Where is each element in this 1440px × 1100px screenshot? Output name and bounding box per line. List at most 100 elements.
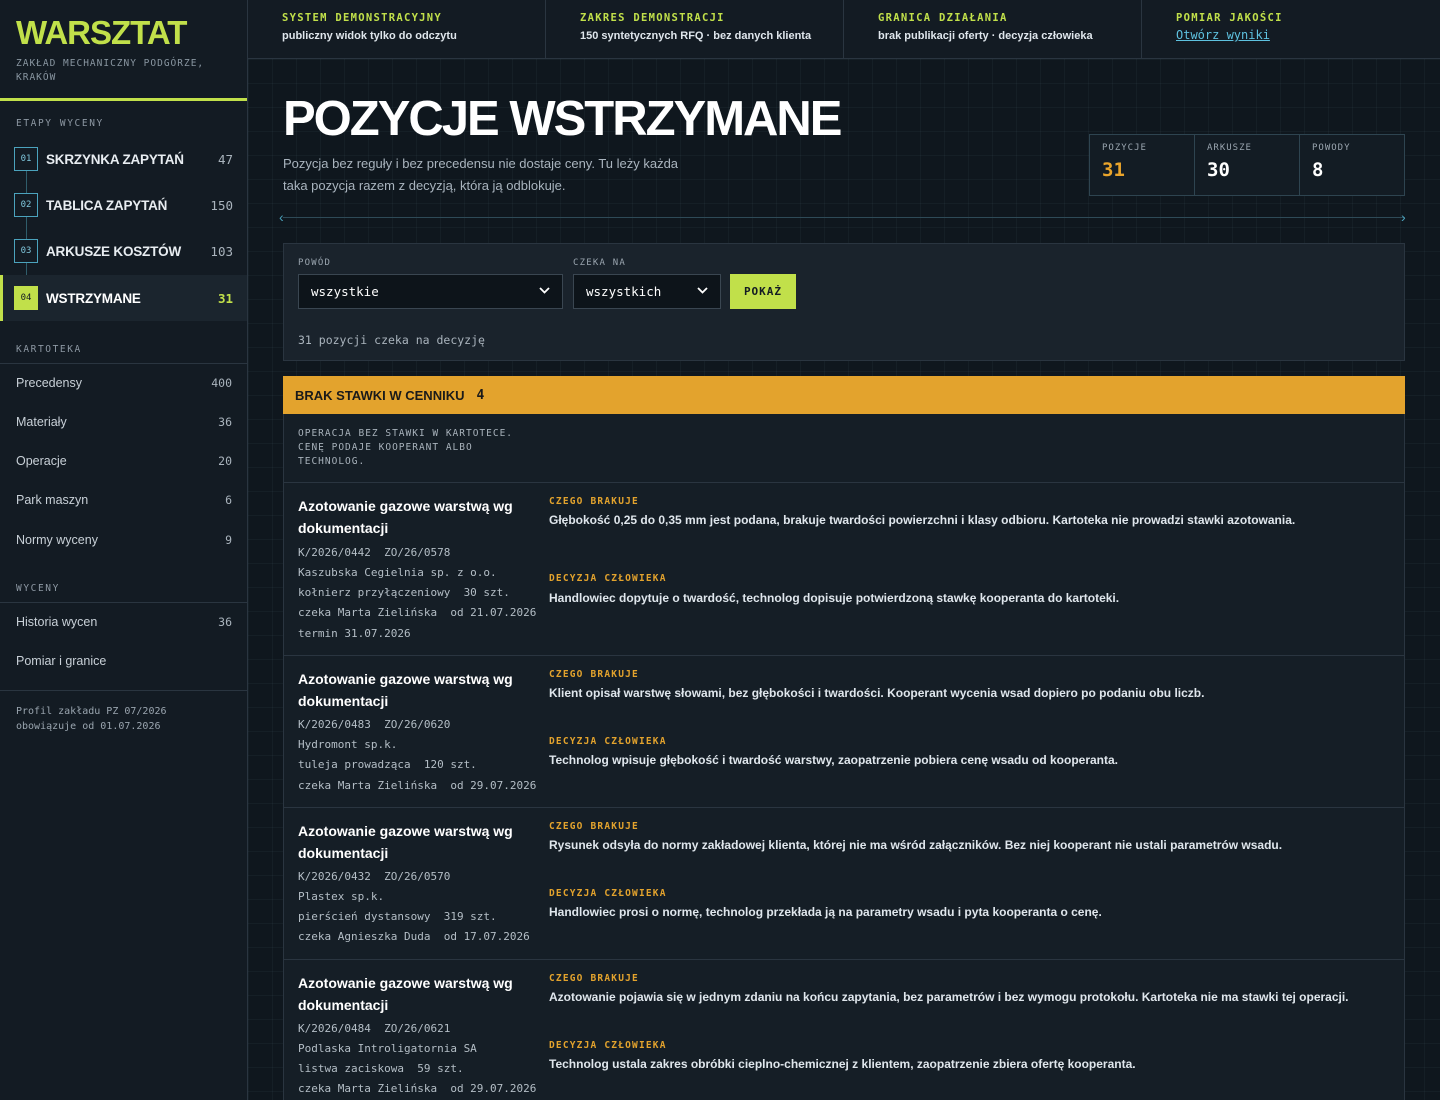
decision-text: Technolog ustala zakres obróbki cieplno-…	[549, 1057, 1136, 1071]
held-item[interactable]: Azotowanie gazowe warstwą wg dokumentacj…	[284, 959, 1404, 1100]
nav-item-label: Operacje	[16, 454, 67, 468]
info-title: SYSTEM DEMONSTRACYJNY	[282, 12, 443, 24]
stage-label: ARKUSZE KOSZTÓW	[46, 243, 181, 259]
page-description: Pozycja bez reguły i bez precedensu nie …	[283, 156, 679, 193]
group-note: OPERACJA BEZ STAWKI W KARTOTECE. CENĘ PO…	[298, 428, 514, 467]
info-value: brak publikacji oferty · decyzja człowie…	[878, 30, 1093, 42]
chevron-down-icon	[539, 286, 550, 297]
quotes-label: WYCENY	[16, 583, 60, 594]
stats-panel: POZYCJE 31 ARKUSZE 30 POWODY 8	[1089, 134, 1405, 196]
missing-text: Głębokość 0,25 do 0,35 mm jest podana, b…	[549, 513, 1296, 527]
item-part: tuleja prowadząca 120 szt.	[298, 758, 477, 771]
sidebar: WARSZTAT ZAKŁAD MECHANICZNY PODGÓRZE, KR…	[0, 0, 248, 1100]
held-item[interactable]: Azotowanie gazowe warstwą wg dokumentacj…	[284, 807, 1404, 959]
nav-item-norms[interactable]: Normy wyceny 9	[16, 533, 232, 547]
chevron-right-icon: ›	[1401, 209, 1406, 225]
nav-item-operations[interactable]: Operacje 20	[16, 454, 232, 468]
item-client: Kaszubska Cegielnia sp. z o.o.	[298, 566, 497, 579]
section-rule	[283, 217, 1405, 218]
missing-label: CZEGO BRAKUJE	[549, 669, 639, 680]
info-title: GRANICA DZIAŁANIA	[878, 12, 1008, 24]
show-button[interactable]: POKAŻ	[730, 274, 796, 309]
item-part: listwa zaciskowa 59 szt.	[298, 1062, 464, 1075]
profile-line: obowiązuje od 01.07.2026	[16, 721, 161, 732]
held-item[interactable]: Azotowanie gazowe warstwą wg dokumentacj…	[284, 655, 1404, 807]
nav-item-label: Park maszyn	[16, 493, 89, 507]
decision-label: DECYZJA CZŁOWIEKA	[549, 1040, 667, 1051]
nav-item-materials[interactable]: Materiały 36	[16, 415, 232, 429]
decision-label: DECYZJA CZŁOWIEKA	[549, 736, 667, 747]
item-waiting: czeka Marta Zielińska od 29.07.2026	[298, 779, 537, 792]
info-value: 150 syntetycznych RFQ · bez danych klien…	[580, 30, 812, 42]
held-item[interactable]: Azotowanie gazowe warstwą wg dokumentacj…	[284, 482, 1404, 655]
open-results-link[interactable]: Otwórz wyniki	[1176, 28, 1270, 42]
nav-item-quote-history[interactable]: Historia wycen 36	[16, 615, 232, 629]
nav-item-count: 36	[218, 615, 232, 629]
group-header[interactable]: BRAK STAWKI W CENNIKU 4	[283, 376, 1405, 414]
filter-status: 31 pozycji czeka na decyzję	[298, 333, 485, 347]
stage-count: 150	[210, 197, 233, 213]
nav-item-precedents[interactable]: Precedensy 400	[16, 376, 232, 390]
info-title: POMIAR JAKOŚCI	[1176, 12, 1283, 24]
item-ids: K/2026/0432 ZO/26/0570	[298, 870, 451, 883]
nav-item-count: 36	[218, 415, 232, 429]
item-waiting: czeka Marta Zielińska od 21.07.2026	[298, 606, 537, 619]
decision-text: Technolog wpisuje głębokość i twardość w…	[549, 753, 1119, 767]
nav-item-label: Precedensy	[16, 376, 83, 390]
item-part: kołnierz przyłączeniowy 30 szt.	[298, 586, 510, 599]
waiting-filter-label: CZEKA NA	[573, 258, 626, 268]
profile-line: Profil zakładu PZ 07/2026	[16, 706, 167, 717]
stat-reasons: POWODY 8	[1300, 135, 1404, 195]
brand-logo[interactable]: WARSZTAT	[16, 14, 231, 52]
group-body: OPERACJA BEZ STAWKI W KARTOTECE. CENĘ PO…	[283, 414, 1405, 1100]
nav-item-label: Normy wyceny	[16, 533, 98, 547]
missing-text: Rysunek odsyła do normy zakładowej klien…	[549, 838, 1283, 852]
group-title: BRAK STAWKI W CENNIKU	[295, 387, 465, 403]
info-demo-scope: ZAKRES DEMONSTRACJI 150 syntetycznych RF…	[546, 0, 844, 58]
missing-label: CZEGO BRAKUJE	[549, 973, 639, 984]
decision-label: DECYZJA CZŁOWIEKA	[549, 573, 667, 584]
reason-select[interactable]: wszystkie	[298, 274, 563, 309]
stage-on-hold[interactable]: 04 WSTRZYMANE 31	[0, 275, 247, 321]
stat-label: POWODY	[1312, 143, 1351, 153]
stat-value: 30	[1207, 159, 1230, 181]
stat-label: POZYCJE	[1102, 143, 1147, 153]
nav-item-measurement[interactable]: Pomiar i granice	[16, 654, 232, 668]
stage-board[interactable]: 02 TABLICA ZAPYTAŃ 150	[0, 182, 247, 228]
stage-number: 01	[14, 147, 38, 171]
nav-item-count: 9	[225, 533, 232, 547]
stages-label: ETAPY WYCENY	[16, 118, 104, 129]
decision-label: DECYZJA CZŁOWIEKA	[549, 888, 667, 899]
item-title: Azotowanie gazowe warstwą wg dokumentacj…	[298, 975, 513, 1013]
brand-subtitle: ZAKŁAD MECHANICZNY PODGÓRZE, KRAKÓW	[16, 58, 205, 83]
stage-count: 103	[210, 243, 233, 259]
missing-text: Klient opisał warstwę słowami, bez głębo…	[549, 686, 1205, 700]
stage-count: 47	[217, 151, 233, 167]
chevron-down-icon	[697, 286, 708, 297]
stat-value: 31	[1102, 159, 1125, 181]
divider	[0, 602, 247, 603]
stage-count: 31	[217, 290, 233, 306]
nav-item-count: 20	[218, 454, 232, 468]
item-title: Azotowanie gazowe warstwą wg dokumentacj…	[298, 498, 513, 536]
stage-inbox[interactable]: 01 SKRZYNKA ZAPYTAŃ 47	[0, 136, 247, 182]
stage-number: 02	[14, 193, 38, 217]
divider	[0, 363, 247, 364]
info-action-boundary: GRANICA DZIAŁANIA brak publikacji oferty…	[844, 0, 1142, 58]
nav-item-machines[interactable]: Park maszyn 6	[16, 493, 232, 507]
info-title: ZAKRES DEMONSTRACJI	[580, 12, 725, 24]
item-deadline: termin 31.07.2026	[298, 627, 411, 640]
divider	[0, 690, 247, 691]
missing-label: CZEGO BRAKUJE	[549, 821, 639, 832]
waiting-select[interactable]: wszystkich	[573, 274, 721, 309]
stage-label: TABLICA ZAPYTAŃ	[46, 197, 168, 213]
item-waiting: czeka Marta Zielińska od 29.07.2026	[298, 1082, 537, 1095]
stage-cost-sheets[interactable]: 03 ARKUSZE KOSZTÓW 103	[0, 228, 247, 274]
filter-panel: POWÓD wszystkie CZEKA NA wszystkich POKA…	[283, 243, 1405, 361]
item-ids: K/2026/0442 ZO/26/0578	[298, 546, 451, 559]
info-value: publiczny widok tylko do odczytu	[282, 30, 457, 42]
item-ids: K/2026/0484 ZO/26/0621	[298, 1022, 451, 1035]
nav-item-label: Historia wycen	[16, 615, 98, 629]
nav-item-label: Pomiar i granice	[16, 654, 107, 668]
main-content: POZYCJE WSTRZYMANE Pozycja bez reguły i …	[248, 59, 1440, 1100]
